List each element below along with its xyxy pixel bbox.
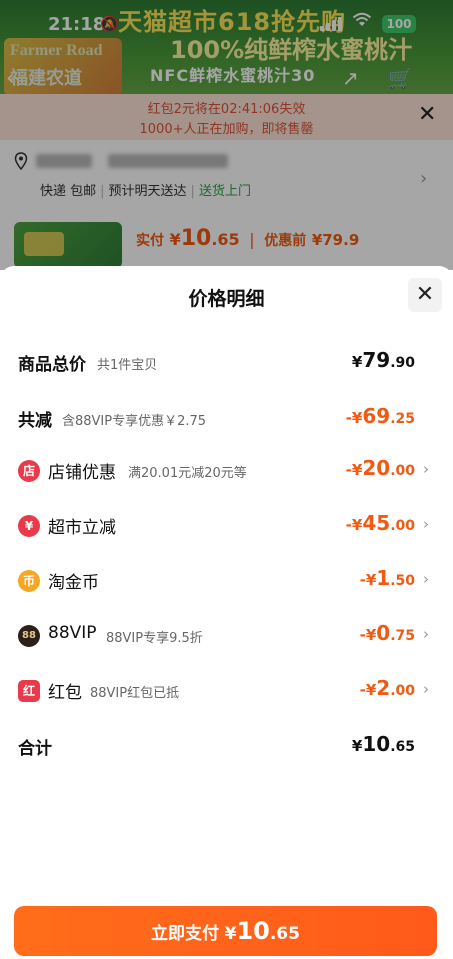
row-label: 共减 (18, 411, 52, 431)
row-amount: ¥79.90 (351, 348, 415, 372)
row-amount: -¥69.25 (345, 404, 415, 428)
row-label: 超市立减 (48, 518, 116, 538)
row-sub: 88VIP红包已抵 (90, 686, 180, 701)
row-grand-total: 合计 ¥10.65 (0, 728, 453, 768)
price-int: 10 (236, 917, 270, 945)
row-total-discount: 共减 含88VIP专享优惠￥2.75 -¥69.25 (0, 400, 453, 440)
row-label: 店铺优惠 (48, 463, 116, 483)
shop-icon: 店 (18, 460, 40, 482)
vip-icon: 88 (18, 625, 40, 647)
row-amount: -¥1.50 (359, 566, 415, 590)
close-button[interactable]: ✕ (408, 278, 442, 312)
row-label: 商品总价 (18, 355, 86, 375)
sheet-title: 价格明细 (188, 288, 265, 310)
price-dec: .65 (269, 924, 300, 944)
chevron-right-icon: › (423, 625, 429, 643)
row-label: 淘金币 (48, 573, 99, 593)
row-sub: 满20.01元减20元等 (128, 466, 247, 481)
row-amount: ¥10.65 (351, 732, 415, 756)
price-detail-sheet: 价格明细 ✕ 商品总价 共1件宝贝 ¥79.90 共减 含88VIP专享优惠￥2… (0, 266, 453, 959)
row-label: 合计 (18, 739, 52, 759)
row-label: 红包 (48, 683, 82, 703)
overlay-dim[interactable] (0, 0, 453, 270)
coin-icon: 币 (18, 570, 40, 592)
row-amount: -¥2.00 (359, 676, 415, 700)
row-red-packet[interactable]: 红 红包 88VIP红包已抵 -¥2.00 › (0, 672, 453, 712)
row-goods-total: 商品总价 共1件宝贝 ¥79.90 (0, 344, 453, 384)
chevron-right-icon: › (423, 680, 429, 698)
chevron-right-icon: › (423, 570, 429, 588)
row-sub: 88VIP专享9.5折 (106, 631, 203, 646)
row-sub: 含88VIP专享优惠￥2.75 (62, 414, 207, 429)
pay-button-label: 立即支付 (151, 924, 220, 944)
red-packet-icon: 红 (18, 680, 40, 702)
row-amount: -¥0.75 (359, 621, 415, 645)
currency: ¥ (224, 924, 237, 944)
chevron-right-icon: › (423, 460, 429, 478)
row-amount: -¥45.00 (345, 511, 415, 535)
row-sub: 共1件宝贝 (97, 358, 158, 373)
row-supermarket-discount[interactable]: ¥ 超市立减 -¥45.00 › (0, 507, 453, 547)
row-taobao-coin[interactable]: 币 淘金币 -¥1.50 › (0, 562, 453, 602)
pay-now-button[interactable]: 立即支付 ¥10.65 (14, 906, 437, 956)
row-label: 88VIP (48, 623, 97, 643)
yuan-icon: ¥ (18, 515, 40, 537)
row-shop-discount[interactable]: 店 店铺优惠 满20.01元减20元等 -¥20.00 › (0, 452, 453, 492)
chevron-right-icon: › (423, 515, 429, 533)
row-88vip[interactable]: 88 88VIP 88VIP专享9.5折 -¥0.75 › (0, 617, 453, 657)
row-amount: -¥20.00 (345, 456, 415, 480)
